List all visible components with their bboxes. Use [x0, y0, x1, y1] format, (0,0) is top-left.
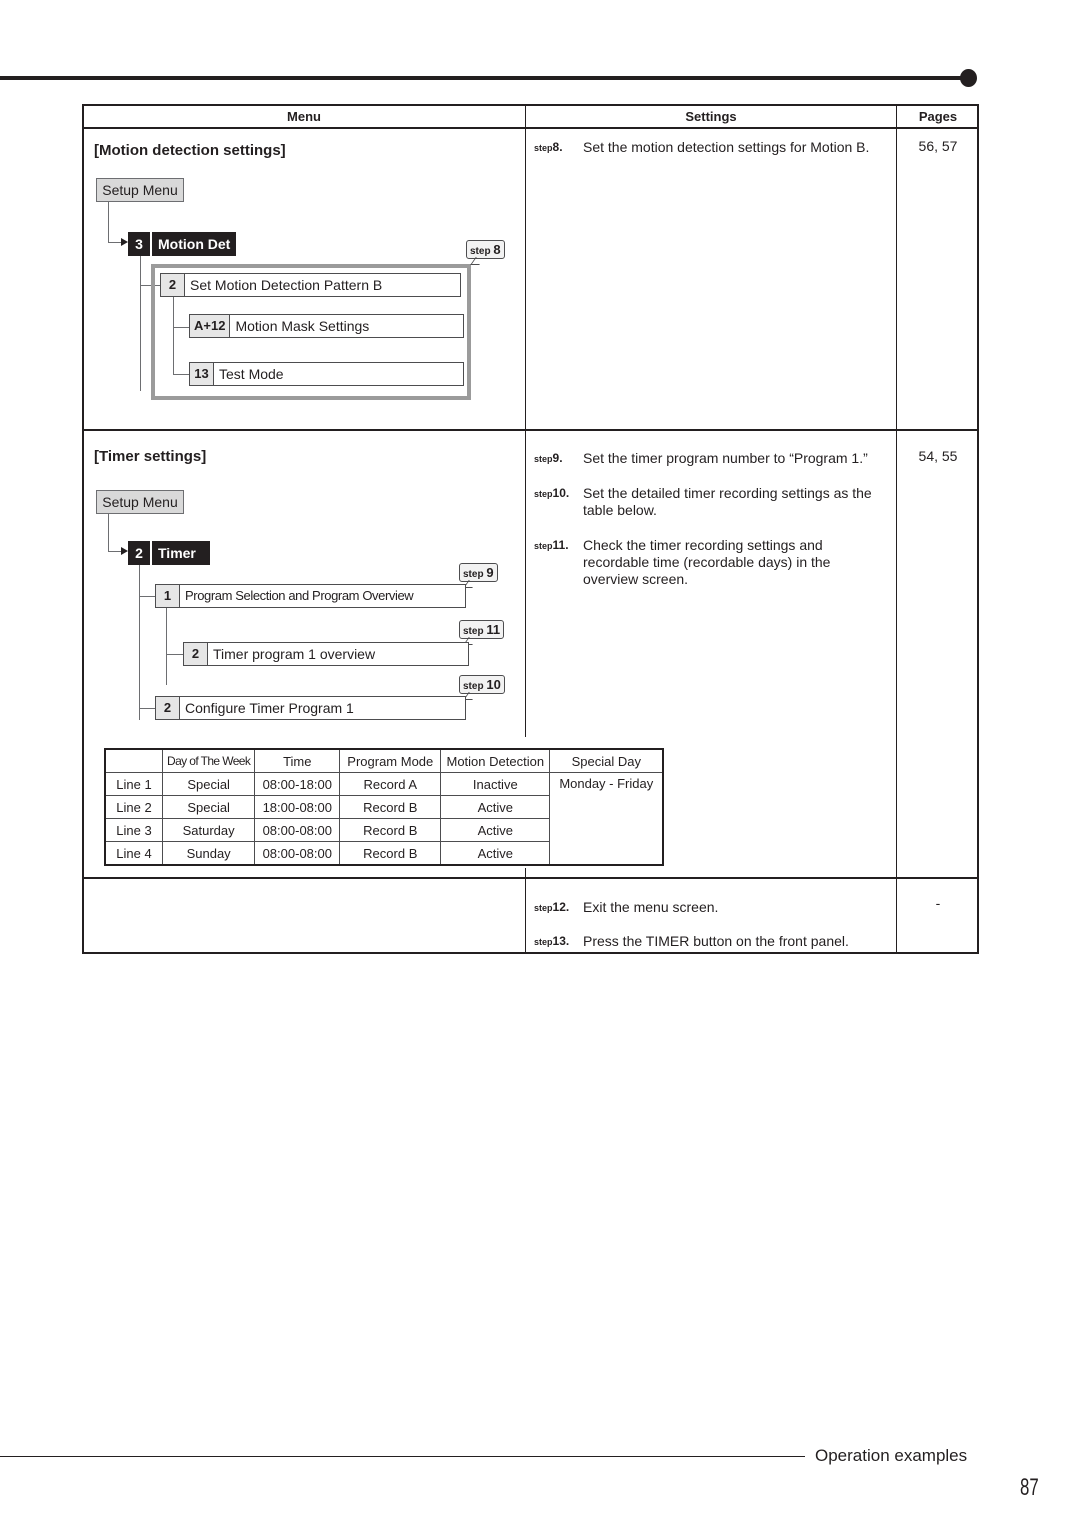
arrow-right-icon [121, 547, 128, 555]
timer-settings-table: Day of The Week Time Program Mode Motion… [104, 748, 665, 866]
step-callout: step 10 [459, 675, 505, 694]
step-13: step13. Press the TIMER button on the fro… [534, 933, 849, 949]
page-number: 87 [1020, 1474, 1039, 1501]
header-menu: Menu [287, 109, 321, 124]
menu-item-set-motion-pattern-b: 2 Set Motion Detection Pattern B [160, 273, 461, 297]
connector [139, 565, 140, 720]
menu-node-label: Motion Det [152, 232, 237, 256]
top-rule [0, 76, 966, 80]
step-callout: step 11 [459, 620, 505, 639]
menu-node-timer: 2 Timer [128, 541, 210, 565]
connector [139, 596, 155, 597]
connector [173, 297, 174, 375]
connector [108, 514, 109, 552]
step-10: step10. Set the detailed timer recording … [534, 485, 872, 518]
menu-node-motion-det: 3 Motion Det [128, 232, 237, 256]
step-callout: step 8 [466, 240, 505, 259]
step-callout: step 9 [459, 563, 498, 582]
section-divider [82, 877, 979, 879]
menu-item-configure-timer-program: 2 Configure Timer Program 1 [155, 696, 466, 720]
motion-pages: 56, 57 [918, 138, 958, 154]
setup-menu-node: Setup Menu [96, 178, 184, 202]
connector [108, 202, 109, 243]
table-row: Line 1 Special 08:00-18:00 Record A Inac… [104, 772, 664, 866]
connector [166, 654, 183, 655]
connector [139, 708, 155, 709]
table-header-row: Day of The Week Time Program Mode Motion… [104, 748, 664, 773]
menu-node-number: 2 [128, 541, 150, 565]
connector [166, 608, 167, 685]
column-divider [525, 868, 526, 954]
motion-section-title: [Motion detection settings] [94, 142, 286, 159]
header-divider [82, 127, 979, 129]
menu-item-test-mode: 13 Test Mode [189, 362, 464, 386]
top-rule-dot [960, 69, 977, 87]
special-day-cell: Monday - Friday [549, 772, 664, 866]
step-11: step11. Check the timer recording setting… [534, 537, 831, 587]
menu-item-motion-mask-settings: A+12 Motion Mask Settings [189, 314, 464, 338]
footer-rule [0, 1456, 805, 1457]
connector [173, 374, 189, 375]
step-8: step8. Set the motion detection settings … [534, 139, 870, 155]
menu-item-timer-program-overview: 2 Timer program 1 overview [183, 642, 469, 666]
header-pages: Pages [918, 109, 958, 124]
menu-item-program-selection: 1 Program Selection and Program Overview [155, 584, 466, 608]
section-divider [82, 429, 979, 431]
setup-menu-node: Setup Menu [96, 490, 184, 514]
column-divider [525, 104, 526, 737]
exit-pages: - [935, 895, 941, 911]
step-12: step12. Exit the menu screen. [534, 899, 719, 915]
timer-pages: 54, 55 [918, 448, 958, 464]
step-9: step9. Set the timer program number to “P… [534, 450, 868, 466]
connector [173, 327, 189, 328]
footer-section-title: Operation examples [815, 1446, 968, 1465]
arrow-right-icon [121, 238, 128, 246]
header-settings: Settings [685, 109, 737, 124]
timer-section-title: [Timer settings] [94, 448, 207, 465]
menu-node-number: 3 [128, 232, 150, 256]
column-divider [896, 104, 897, 954]
menu-node-label: Timer [152, 541, 210, 565]
connector [140, 256, 141, 391]
